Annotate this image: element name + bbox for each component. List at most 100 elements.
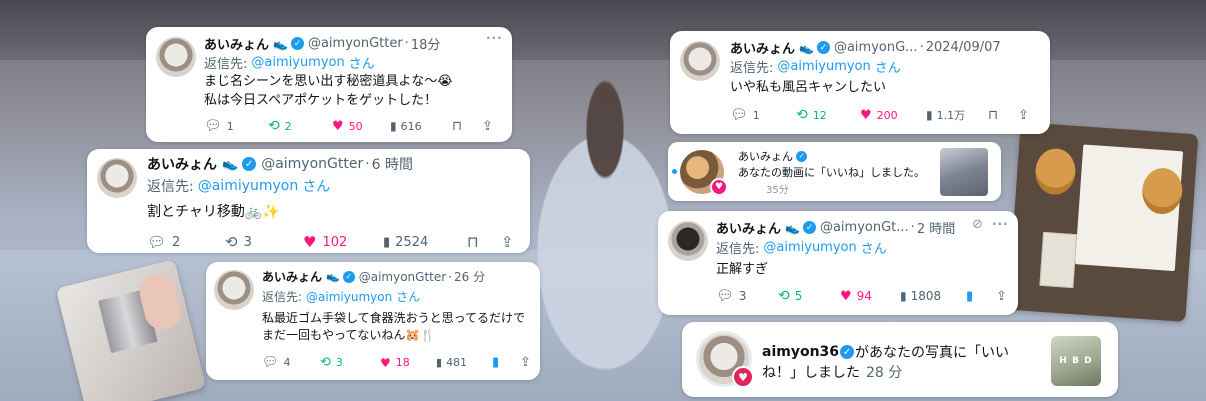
verified-badge-icon: ✓ xyxy=(342,270,355,283)
author-name[interactable]: あいみょん xyxy=(730,38,795,57)
share-button[interactable]: ⇪ xyxy=(501,233,514,251)
share-button[interactable]: ⇪ xyxy=(996,289,1007,304)
avatar[interactable] xyxy=(97,158,137,198)
reply-suffix: さん xyxy=(348,57,375,72)
author-handle[interactable]: @aimyonGtter xyxy=(308,36,403,51)
bookmark-button[interactable]: ⊓ xyxy=(988,108,1018,123)
like-notification[interactable]: ♥ aimyon36 ✓ があなたの写真に「いい ね！」しました 28 分 H … xyxy=(682,322,1118,397)
bookmark-icon: ▮ xyxy=(492,355,500,370)
tweet-text: 私最近ゴム手袋して食器洗おうと思ってるだけで まだ一回もやってないねん🐹🍴 xyxy=(262,311,526,343)
retweet-button[interactable]: ⟲ 3 xyxy=(320,355,380,370)
reply-suffix: さん xyxy=(860,242,887,257)
author-name[interactable]: あいみょん xyxy=(204,34,269,53)
more-options-icon[interactable]: ··· xyxy=(486,31,503,45)
bookmark-button[interactable]: ▮ xyxy=(492,355,520,370)
avatar[interactable] xyxy=(680,41,720,81)
notification-user-name[interactable]: あいみょん xyxy=(738,148,793,164)
author-handle[interactable]: @aimyonGt... xyxy=(820,220,909,235)
tweet-card[interactable]: あいみょん 👟 ✓ @aimyonG... · 2024/09/07 返信先: … xyxy=(670,31,1050,134)
tweet-card[interactable]: あいみょん 👟 ✓ @aimyonGtter · 18分 ··· 返信先: @a… xyxy=(146,27,512,142)
bookmark-button[interactable]: ▮ xyxy=(966,289,996,304)
reply-button[interactable]: 💬︎ 3 xyxy=(716,288,778,304)
notification-message: あなたの動画に「いいね」しました。 xyxy=(738,166,925,179)
reply-prefix: 返信先: xyxy=(730,61,774,76)
retweet-button[interactable]: ⟲ 2 xyxy=(268,118,332,134)
separator: · xyxy=(404,36,409,51)
more-options-icon[interactable]: ··· xyxy=(992,217,1009,231)
share-button[interactable]: ⇪ xyxy=(520,355,531,370)
reply-prefix: 返信先: xyxy=(262,290,303,304)
reply-button[interactable]: 💬︎ 4 xyxy=(262,355,320,370)
like-button[interactable]: ♥ 18 xyxy=(380,356,436,370)
tweet-time[interactable]: 2024/09/07 xyxy=(926,40,1001,55)
share-button[interactable]: ⇪ xyxy=(482,119,493,134)
reply-to-handle[interactable]: @aimiyumyon xyxy=(306,290,392,304)
retweet-icon: ⟲ xyxy=(320,355,331,370)
views-button[interactable]: ▮ 1.1万 xyxy=(926,107,988,123)
tweet-card[interactable]: あいみょん 👟 ✓ @aimyonGtter · 6 時間 返信先: @aimi… xyxy=(87,149,530,253)
views-icon: ▮ xyxy=(383,234,391,250)
views-icon: ▮ xyxy=(390,119,397,133)
tweet-card[interactable]: あいみょん 👟 ✓ @aimyonGt... · 2 時間 ⊘ ··· 返信先:… xyxy=(658,211,1018,315)
reply-button[interactable]: 💬︎ 1 xyxy=(730,107,796,123)
author-name[interactable]: あいみょん xyxy=(716,218,781,237)
tweet-text: 割とチャリ移動🚲✨ xyxy=(147,204,280,220)
video-thumbnail[interactable] xyxy=(940,148,988,196)
share-button[interactable]: ⇪ xyxy=(1018,108,1029,123)
photo-thumbnail[interactable]: H B D xyxy=(1051,336,1101,386)
views-button[interactable]: ▮ 481 xyxy=(436,356,492,369)
reply-button[interactable]: 💬︎ 2 xyxy=(147,233,225,251)
author-handle[interactable]: @aimyonG... xyxy=(834,40,918,55)
bookmark-button[interactable]: ⊓ xyxy=(452,119,482,134)
like-button[interactable]: ♥ 200 xyxy=(860,108,926,123)
like-button[interactable]: ♥ 50 xyxy=(332,119,390,134)
reply-to-handle[interactable]: @aimiyumyon xyxy=(198,178,299,194)
heart-icon: ♥ xyxy=(332,118,344,134)
views-icon: ▮ xyxy=(926,108,933,122)
author-handle[interactable]: @aimyonGtter xyxy=(359,270,446,284)
notification-time: 35分 xyxy=(766,185,789,196)
separator: · xyxy=(919,40,924,55)
tweet-time[interactable]: 26 分 xyxy=(454,268,485,285)
reply-to-handle[interactable]: @aimiyumyon xyxy=(251,55,344,70)
verified-badge-icon: ✓ xyxy=(816,41,830,54)
reply-suffix: さん xyxy=(874,61,901,76)
reply-button[interactable]: 💬︎ 1 xyxy=(204,118,268,134)
reply-icon: 💬︎ xyxy=(147,233,167,251)
tweet-card[interactable]: あいみょん 👟 ✓ @aimyonGtter · 26 分 返信先: @aimi… xyxy=(206,262,540,380)
retweet-button[interactable]: ⟲ 3 xyxy=(225,233,303,251)
views-button[interactable]: ▮ 616 xyxy=(390,119,452,133)
reply-prefix: 返信先: xyxy=(204,57,248,72)
shoe-emoji-icon: 👟 xyxy=(326,270,340,283)
views-button[interactable]: ▮ 2524 xyxy=(383,235,467,250)
tweet-time[interactable]: 2 時間 xyxy=(917,218,955,237)
like-button[interactable]: ♥ 102 xyxy=(303,233,383,251)
verified-badge-icon: ✓ xyxy=(290,37,304,50)
retweet-button[interactable]: ⟲ 5 xyxy=(778,288,840,304)
avatar[interactable] xyxy=(156,37,196,77)
bookmark-icon: ⊓ xyxy=(988,107,999,123)
tweet-text: いや私も風呂キャンしたい xyxy=(730,80,887,95)
notification-message-line1: があなたの写真に「いい xyxy=(855,345,1010,361)
author-name[interactable]: あいみょん xyxy=(262,268,322,285)
bookmark-button[interactable]: ⊓ xyxy=(467,233,501,251)
grok-icon[interactable]: ⊘ xyxy=(972,217,983,232)
retweet-button[interactable]: ⟲ 12 xyxy=(796,107,860,123)
reply-to-handle[interactable]: @aimiyumyon xyxy=(763,240,856,255)
heart-icon: ♥ xyxy=(303,233,317,251)
like-button[interactable]: ♥ 94 xyxy=(840,289,900,304)
views-button[interactable]: ▮ 1808 xyxy=(900,289,966,303)
share-icon: ⇪ xyxy=(1018,107,1029,123)
retweet-icon: ⟲ xyxy=(796,107,808,123)
tweet-text: 正解すぎ xyxy=(716,262,769,277)
notification-time: 28 分 xyxy=(866,365,903,381)
author-handle[interactable]: @aimyonGtter xyxy=(261,156,363,172)
avatar[interactable] xyxy=(214,270,254,310)
tweet-time[interactable]: 6 時間 xyxy=(372,154,413,174)
notification-user-name[interactable]: aimyon36 xyxy=(762,344,839,360)
author-name[interactable]: あいみょん xyxy=(147,154,217,174)
reply-to-handle[interactable]: @aimiyumyon xyxy=(777,59,870,74)
like-notification[interactable]: ♥ あいみょん ✓ あなたの動画に「いいね」しました。 35分 xyxy=(668,142,1001,201)
avatar[interactable] xyxy=(668,221,708,261)
tweet-time[interactable]: 18分 xyxy=(411,34,441,53)
